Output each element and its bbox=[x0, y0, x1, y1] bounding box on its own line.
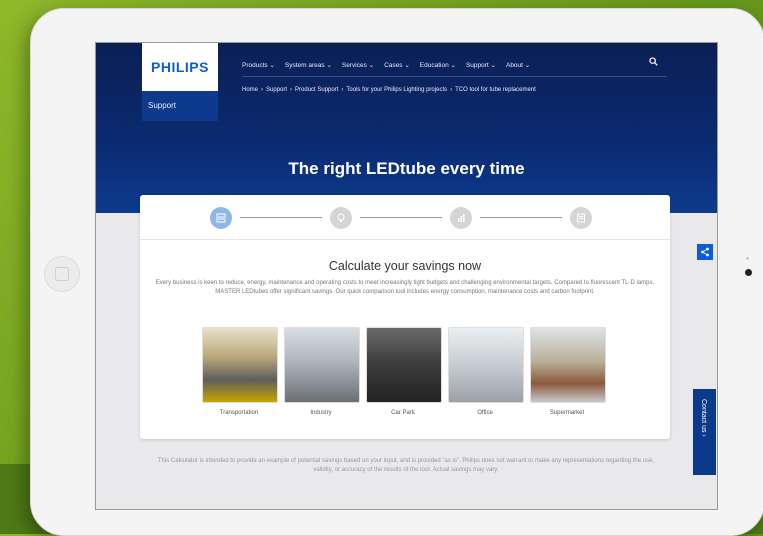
philips-logo: PHILIPS bbox=[151, 59, 209, 75]
page-title: The right LEDtube every time bbox=[288, 159, 525, 178]
breadcrumb-home[interactable]: Home bbox=[242, 87, 258, 93]
breadcrumb-separator: › bbox=[341, 87, 344, 93]
step-4-report-icon[interactable] bbox=[570, 207, 592, 229]
office-image[interactable] bbox=[448, 327, 524, 403]
option-label: Office bbox=[477, 410, 493, 416]
application-options: Transportation Industry Car Park Office … bbox=[202, 327, 606, 416]
tablet-camera bbox=[745, 269, 752, 276]
breadcrumb: Home › Support › Product Support › Tools… bbox=[242, 87, 536, 93]
nav-item-system-areas[interactable]: System areas ⌄ bbox=[285, 61, 332, 69]
browser-screen: PHILIPS Support Products ⌄ System areas … bbox=[95, 42, 718, 510]
breadcrumb-product-support[interactable]: Product Support bbox=[295, 87, 338, 93]
nav-item-about[interactable]: About ⌄ bbox=[506, 61, 530, 69]
nav-item-support[interactable]: Support ⌄ bbox=[466, 61, 496, 69]
search-icon[interactable] bbox=[649, 57, 658, 66]
option-office[interactable]: Office bbox=[448, 327, 524, 416]
calculator-card: Calculate your savings now Every busines… bbox=[140, 195, 670, 439]
contact-us-tab[interactable]: Contact us › bbox=[693, 389, 716, 475]
option-transportation[interactable]: Transportation bbox=[202, 327, 278, 416]
hero-section: PHILIPS Support Products ⌄ System areas … bbox=[96, 43, 717, 213]
option-label: Industry bbox=[310, 410, 332, 416]
contact-us-label: Contact us › bbox=[700, 399, 707, 437]
calculator-description: Every business is keen to reduce, energy… bbox=[155, 280, 655, 295]
option-label: Supermarket bbox=[549, 410, 585, 416]
nav-item-services[interactable]: Services ⌄ bbox=[342, 61, 374, 69]
card-divider bbox=[140, 239, 670, 240]
nav-item-cases[interactable]: Cases ⌄ bbox=[384, 61, 410, 69]
breadcrumb-support[interactable]: Support bbox=[266, 87, 287, 93]
breadcrumb-separator: › bbox=[450, 87, 453, 93]
support-label: Support bbox=[148, 101, 177, 110]
step-3-bar-chart-icon[interactable] bbox=[450, 207, 472, 229]
breadcrumb-separator: › bbox=[261, 87, 264, 93]
industry-image[interactable] bbox=[284, 327, 360, 403]
transportation-image[interactable] bbox=[202, 327, 278, 403]
option-supermarket[interactable]: Supermarket bbox=[530, 327, 606, 416]
progress-steps bbox=[210, 203, 600, 233]
breadcrumb-tools[interactable]: Tools for your Philips Lighting projects bbox=[346, 87, 447, 93]
option-label: Car Park bbox=[391, 410, 415, 416]
breadcrumb-separator: › bbox=[290, 87, 293, 93]
step-connector bbox=[360, 217, 442, 218]
step-1-building-icon[interactable] bbox=[210, 207, 232, 229]
nav-item-education[interactable]: Education ⌄ bbox=[420, 61, 456, 69]
main-nav: Products ⌄ System areas ⌄ Services ⌄ Cas… bbox=[242, 61, 530, 69]
nav-divider bbox=[242, 76, 667, 77]
option-industry[interactable]: Industry bbox=[284, 327, 360, 416]
breadcrumb-current: TCO tool for tube replacement bbox=[455, 87, 536, 93]
share-icon bbox=[701, 247, 709, 257]
option-label: Transportation bbox=[219, 410, 259, 416]
nav-item-products[interactable]: Products ⌄ bbox=[242, 61, 275, 69]
disclaimer-text: This Calculator is intended to provide a… bbox=[157, 458, 655, 473]
share-button[interactable] bbox=[697, 244, 713, 260]
step-connector bbox=[480, 217, 562, 218]
philips-logo-block[interactable]: PHILIPS Support bbox=[142, 43, 218, 121]
tablet-home-button bbox=[44, 256, 80, 292]
calculator-title: Calculate your savings now bbox=[328, 259, 482, 273]
car-park-image[interactable] bbox=[366, 327, 442, 403]
tablet-sensor bbox=[746, 257, 749, 260]
step-2-lightbulb-icon[interactable] bbox=[330, 207, 352, 229]
supermarket-image[interactable] bbox=[530, 327, 606, 403]
step-connector bbox=[240, 217, 322, 218]
option-car-park[interactable]: Car Park bbox=[366, 327, 442, 416]
